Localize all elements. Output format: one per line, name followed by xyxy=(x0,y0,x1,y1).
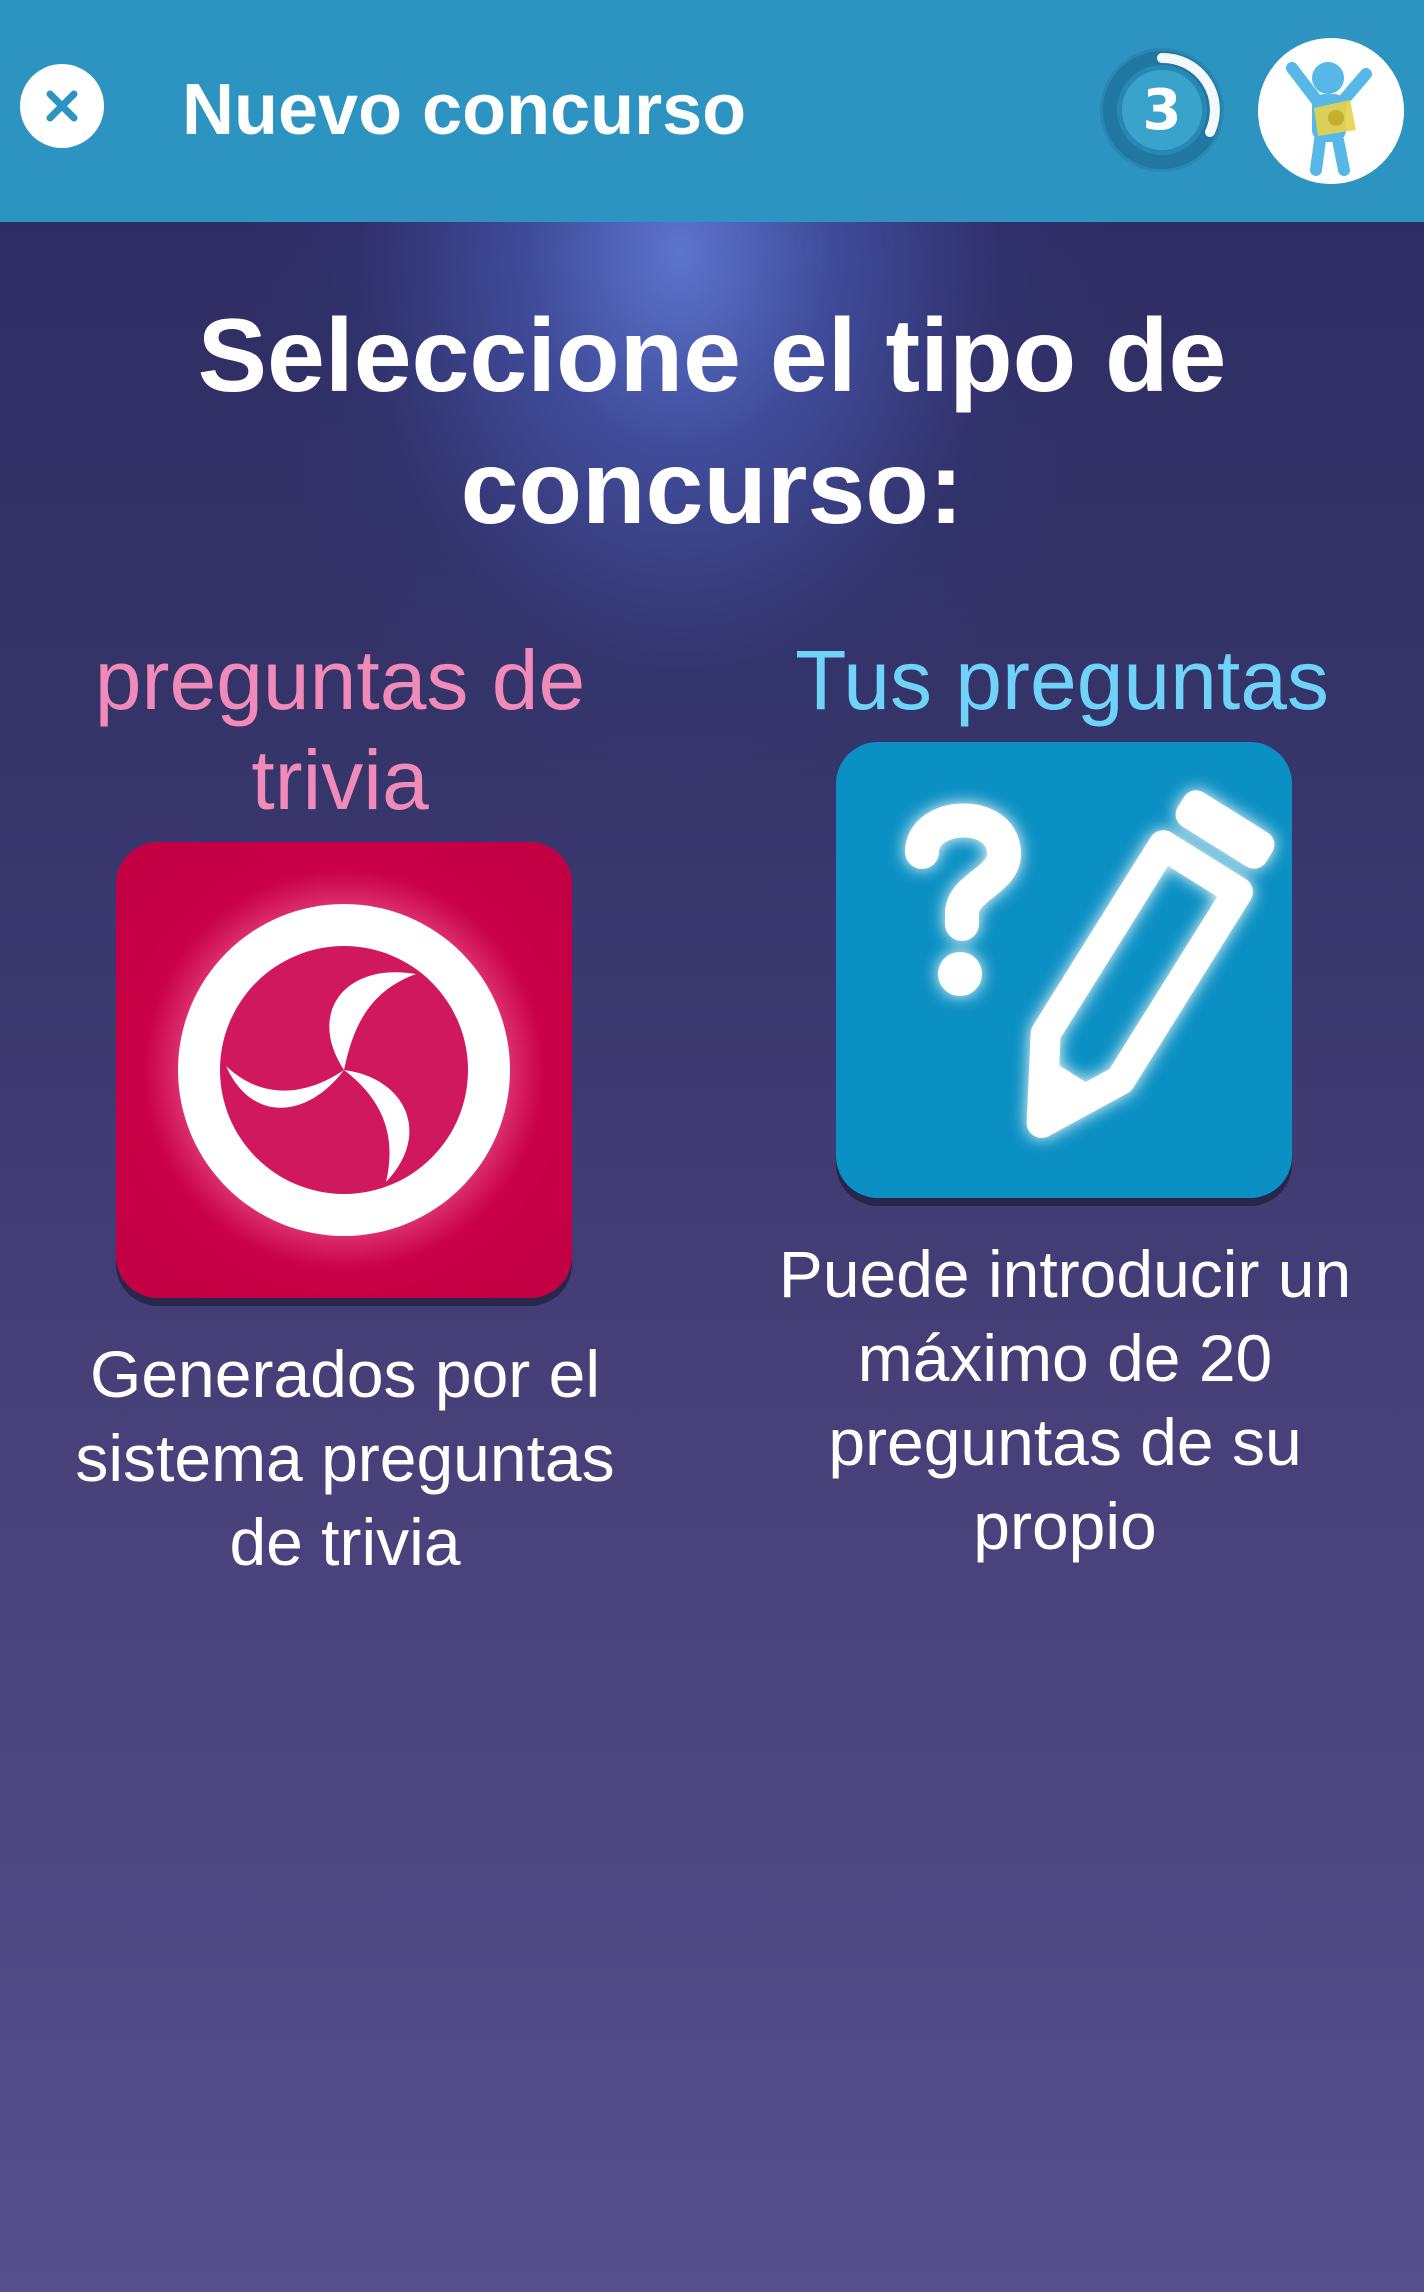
custom-questions-tile[interactable] xyxy=(836,742,1292,1198)
trivia-option-description: Generados por el sistema preguntas de tr… xyxy=(75,1337,615,1579)
trivia-option-tile[interactable] xyxy=(116,842,572,1298)
trivia-option-label[interactable]: preguntas de trivia xyxy=(40,630,640,830)
close-button[interactable] xyxy=(20,64,104,148)
level-number: 3 xyxy=(1142,77,1182,143)
close-icon xyxy=(46,90,78,122)
select-type-heading: Seleccione el tipo de concurso: xyxy=(197,298,1227,546)
top-bar: Nuevo concurso 3 xyxy=(0,0,1424,222)
user-avatar-icon xyxy=(1258,38,1404,184)
custom-option-description: Puede introducir un máximo de 20 pregunt… xyxy=(778,1237,1352,1563)
trivia-swirl-icon xyxy=(134,860,554,1280)
page-title: Nuevo concurso xyxy=(182,70,747,150)
custom-option-label[interactable]: Tus preguntas xyxy=(752,630,1372,730)
level-indicator[interactable]: 3 xyxy=(1092,40,1232,180)
avatar[interactable] xyxy=(1258,38,1404,184)
question-pencil-icon xyxy=(905,790,1275,1138)
